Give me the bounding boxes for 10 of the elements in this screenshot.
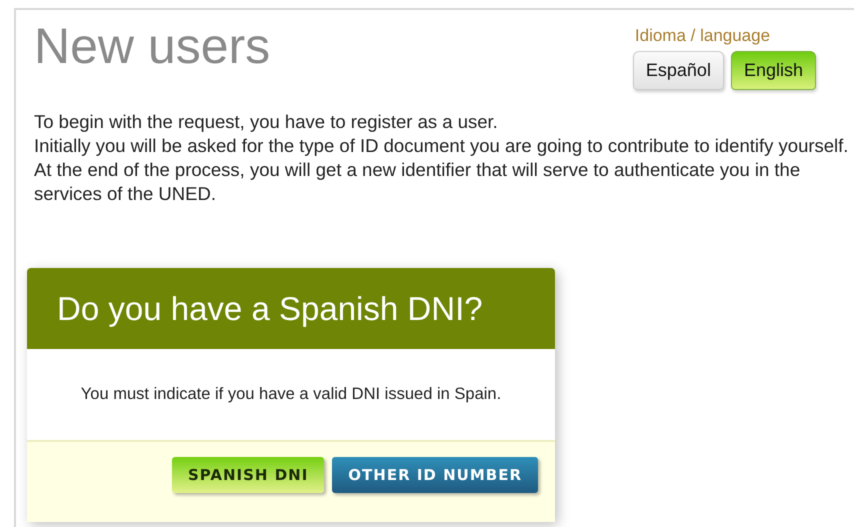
language-button[interactable]: English [730,51,816,90]
dialog-message: You must indicate if you have a valid DNI issued in Spain. [80,385,502,404]
language-button[interactable]: Español [632,51,724,90]
intro-text: Initially you will be asked for the type of ID document you are going to contribute to identify yourself. At the end of the process, you will get a new identifier that will serve to authenticate you in the services of the UNED. [34,134,850,206]
other-id-button[interactable]: OTHER ID NUMBER [332,457,538,493]
language-label: Idioma / language [634,26,770,46]
intro-text: To begin with the request, you have to register as a user. [34,110,499,134]
dialog-title: Do you have a Spanish DNI? [57,290,483,328]
spanish-dni-button[interactable]: SPANISH DNI [172,457,324,493]
page-title: New users [34,18,270,74]
